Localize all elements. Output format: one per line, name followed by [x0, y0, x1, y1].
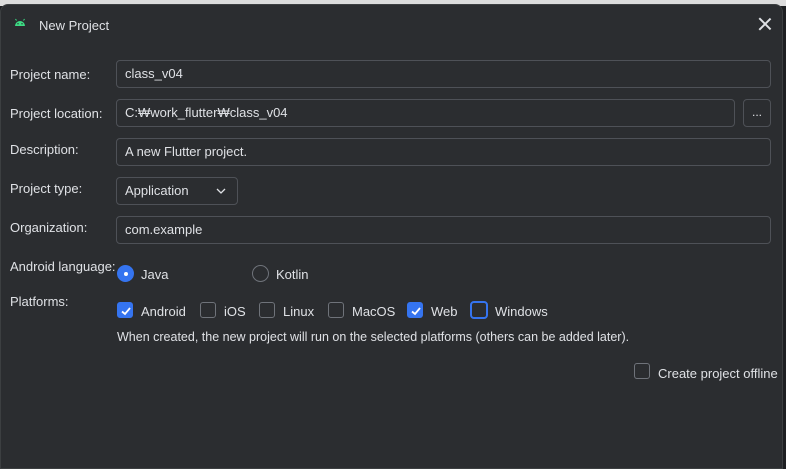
platform-windows-checkbox[interactable] [470, 301, 488, 319]
browse-button[interactable]: ... [743, 99, 771, 127]
new-project-dialog: New Project Project name: class_v04 Proj… [0, 4, 783, 469]
close-icon[interactable] [756, 15, 774, 33]
project-type-dropdown[interactable]: Application [116, 177, 238, 205]
radio-java-button[interactable] [117, 265, 134, 282]
create-offline-label: Create project offline [658, 366, 778, 381]
organization-input[interactable]: com.example [116, 216, 771, 244]
radio-kotlin-label: Kotlin [276, 267, 309, 282]
platforms-label: Platforms: [10, 294, 69, 309]
radio-kotlin-button[interactable] [252, 265, 269, 282]
platform-windows-label: Windows [495, 304, 548, 319]
chevron-down-icon [216, 188, 226, 194]
dialog-title: New Project [39, 18, 110, 33]
checkmark-icon [121, 307, 131, 316]
platforms-hint: When created, the new project will run o… [117, 330, 630, 344]
platform-ios-label: iOS [224, 304, 246, 319]
platform-linux-checkbox[interactable] [259, 302, 275, 318]
platform-android-label: Android [141, 304, 186, 319]
platform-linux-label: Linux [283, 304, 315, 319]
project-name-input[interactable]: class_v04 [116, 60, 771, 88]
platform-web-label: Web [431, 304, 458, 319]
platform-macos-label: MacOS [352, 304, 396, 319]
checkmark-icon [411, 307, 421, 316]
android-language-label: Android language: [10, 259, 116, 274]
project-location-input[interactable]: C:₩work_flutter₩class_v04 [116, 99, 735, 127]
description-input[interactable]: A new Flutter project. [116, 138, 771, 166]
platform-web-checkbox[interactable] [407, 302, 423, 318]
project-type-selected: Application [125, 183, 189, 198]
platform-android-checkbox[interactable] [117, 302, 133, 318]
description-label: Description: [10, 142, 79, 157]
platform-macos-checkbox[interactable] [328, 302, 344, 318]
dialog-titlebar: New Project [1, 5, 782, 45]
project-name-label: Project name: [10, 67, 91, 82]
create-offline-checkbox[interactable] [634, 363, 650, 379]
organization-label: Organization: [10, 220, 88, 235]
project-location-label: Project location: [10, 106, 103, 121]
radio-java-label: Java [141, 267, 169, 282]
project-type-label: Project type: [10, 181, 83, 196]
android-icon [15, 18, 25, 26]
platform-ios-checkbox[interactable] [200, 302, 216, 318]
